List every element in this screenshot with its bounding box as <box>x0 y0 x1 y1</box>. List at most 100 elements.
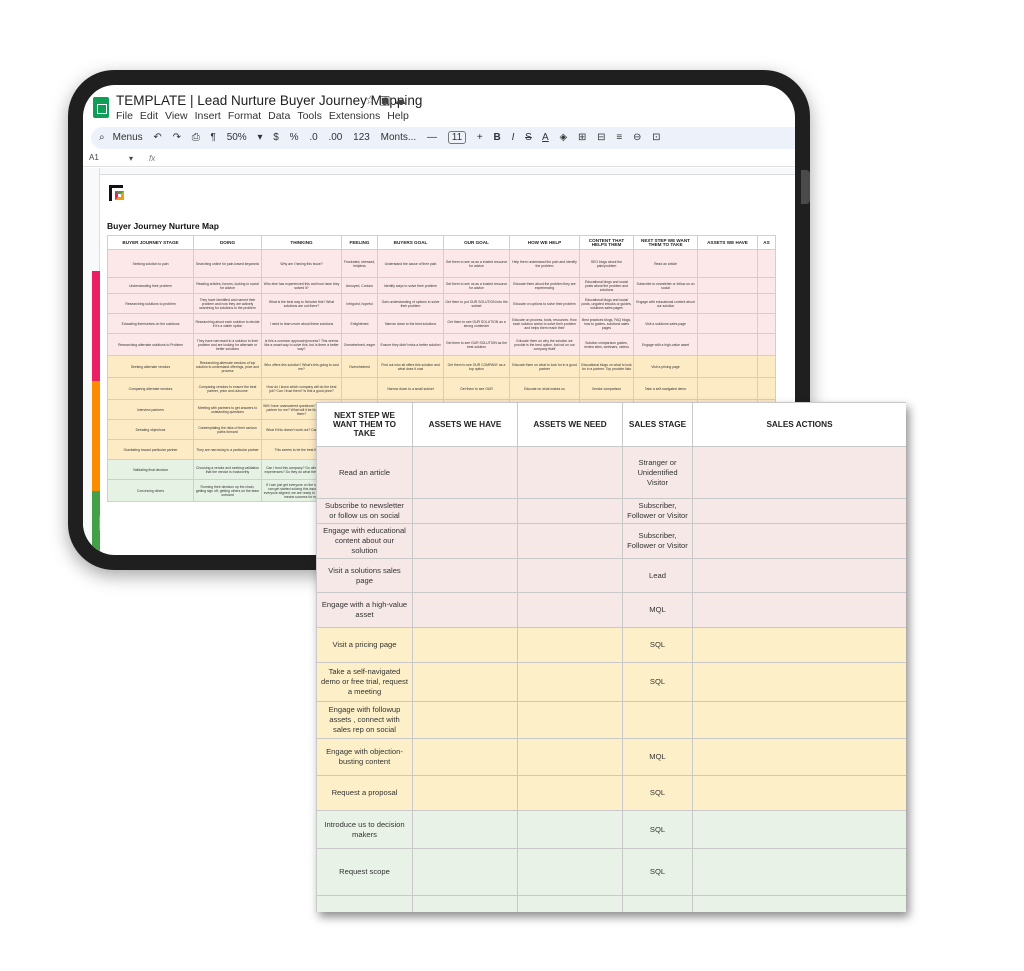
undo-icon[interactable]: ↶ <box>153 132 161 143</box>
table-cell[interactable] <box>697 293 758 314</box>
table-cell[interactable]: Meeting with partners to get answers to … <box>193 399 262 420</box>
next-step-cell[interactable]: Visit a solutions sales page <box>316 558 413 593</box>
paint-format-icon[interactable]: ¶ <box>211 132 216 143</box>
table-cell[interactable]: Why am I having this issue? <box>261 249 342 278</box>
name-box[interactable]: A1 <box>89 153 99 162</box>
sales-actions-cell[interactable] <box>692 627 906 663</box>
table-cell[interactable]: Read an article <box>633 249 698 278</box>
menu-item[interactable]: Edit <box>140 110 158 122</box>
sales-actions-cell[interactable] <box>692 662 906 702</box>
assets-have-cell[interactable] <box>412 662 518 702</box>
bold-icon[interactable]: B <box>494 132 501 143</box>
table-cell[interactable]: Vendor comparison <box>579 377 634 400</box>
table-cell[interactable]: Annoyed, Curious <box>341 277 378 294</box>
table-cell[interactable] <box>757 293 776 314</box>
sales-actions-cell[interactable] <box>692 701 906 739</box>
column-header[interactable]: CONTENT THAT HELPS THEM <box>579 235 634 250</box>
assets-have-cell[interactable] <box>412 446 518 499</box>
table-cell[interactable]: Get them to see OUR <box>443 377 510 400</box>
column-header[interactable]: OUR GOAL <box>443 235 510 250</box>
assets-have-cell[interactable] <box>412 498 518 524</box>
next-step-cell[interactable]: Engage with objection-busting content <box>316 738 413 776</box>
font-select[interactable]: Monts... <box>381 132 417 143</box>
table-cell[interactable] <box>757 377 776 400</box>
menu-item[interactable]: Insert <box>195 110 221 122</box>
table-cell[interactable]: Educate them on what to look for in a go… <box>509 355 580 378</box>
table-cell[interactable]: Gain understanding of options to solve t… <box>377 293 444 314</box>
table-cell[interactable]: Educational blogs and social posts, unga… <box>579 293 634 314</box>
table-cell[interactable]: Overwhelmed, eager <box>341 333 378 356</box>
assets-need-cell[interactable] <box>517 810 623 849</box>
table-cell[interactable]: Educating themselves on the solutions <box>107 313 194 334</box>
table-cell[interactable]: Engage with educational content about ou… <box>633 293 698 314</box>
column-header[interactable]: THINKING <box>261 235 342 250</box>
table-cell[interactable]: Solution comparison guides, review sites… <box>579 333 634 356</box>
assets-need-cell[interactable] <box>517 738 623 776</box>
column-header[interactable]: SALES STAGE <box>622 402 693 447</box>
table-cell[interactable]: Seeking solution to pain <box>107 249 194 278</box>
assets-need-cell[interactable] <box>517 895 623 912</box>
sales-actions-cell[interactable] <box>692 558 906 593</box>
next-step-cell[interactable]: Subscribe to newsletter or follow us on … <box>316 498 413 524</box>
table-cell[interactable] <box>697 377 758 400</box>
table-cell[interactable]: They are narrowing to a particular partn… <box>193 439 262 460</box>
column-header[interactable]: SALES ACTIONS <box>692 402 906 447</box>
table-cell[interactable]: Get them to see us as a trusted resource… <box>443 249 510 278</box>
assets-need-cell[interactable] <box>517 592 623 628</box>
table-cell[interactable]: Intrigued, hopeful <box>341 293 378 314</box>
table-cell[interactable]: Overwhelmed <box>341 355 378 378</box>
assets-have-cell[interactable] <box>412 738 518 776</box>
column-header[interactable]: HOW WE HELP <box>509 235 580 250</box>
menu-item[interactable]: File <box>116 110 133 122</box>
next-step-cell[interactable]: Request scope <box>316 848 413 896</box>
sales-actions-cell[interactable] <box>692 446 906 499</box>
column-header[interactable]: ASSETS WE NEED <box>517 402 623 447</box>
sheets-logo-icon[interactable] <box>93 97 109 118</box>
assets-need-cell[interactable] <box>517 848 623 896</box>
chevron-down-icon[interactable]: ▾ <box>129 154 133 163</box>
next-step-cell[interactable]: Visit a pricing page <box>316 627 413 663</box>
sales-stage-cell[interactable]: Subscriber, Follower or Visitor <box>622 498 693 524</box>
column-headers[interactable] <box>83 168 795 175</box>
table-cell[interactable]: Educate them about the problem they are … <box>509 277 580 294</box>
assets-have-cell[interactable] <box>412 810 518 849</box>
table-cell[interactable]: Reading articles, forums, looking to soc… <box>193 277 262 294</box>
comment-icon[interactable]: ⊡ <box>652 132 660 143</box>
table-cell[interactable]: Engage with a high-value asset <box>633 333 698 356</box>
table-cell[interactable] <box>697 355 758 378</box>
sales-stage-table[interactable]: NEXT STEP WE WANT THEM TO TAKE ASSETS WE … <box>316 402 906 912</box>
sales-actions-cell[interactable] <box>692 738 906 776</box>
next-step-cell[interactable]: Engage with a high-value asset <box>316 592 413 628</box>
sales-actions-cell[interactable] <box>692 592 906 628</box>
table-cell[interactable] <box>341 377 378 400</box>
table-cell[interactable]: Find out who all offers this solution an… <box>377 355 444 378</box>
table-cell[interactable] <box>697 333 758 356</box>
sales-stage-cell[interactable]: SQL <box>622 775 693 811</box>
table-cell[interactable]: Educational blogs on what to look for in… <box>579 355 634 378</box>
next-step-cell[interactable] <box>316 895 413 912</box>
table-cell[interactable]: Validating final decision <box>107 459 194 480</box>
chevron-down-icon[interactable]: ▾ <box>257 132 262 143</box>
table-cell[interactable]: Who else has experienced this and how ha… <box>261 277 342 294</box>
table-cell[interactable]: Get them to see OUR SOLUTION as the best… <box>443 333 510 356</box>
merge-icon[interactable]: ⊟ <box>597 132 605 143</box>
sales-stage-cell[interactable] <box>622 701 693 739</box>
column-header[interactable]: BUYER JOURNEY STAGE <box>107 235 194 250</box>
table-cell[interactable]: Visit a solutions sales page <box>633 313 698 334</box>
sales-stage-cell[interactable]: SQL <box>622 810 693 849</box>
increase-decimal-button[interactable]: .00 <box>328 132 342 143</box>
menu-item[interactable]: Data <box>268 110 290 122</box>
assets-have-cell[interactable] <box>412 627 518 663</box>
assets-have-cell[interactable] <box>412 775 518 811</box>
link-icon[interactable]: ⊖ <box>633 132 641 143</box>
table-cell[interactable]: Educate on options to solve their proble… <box>509 293 580 314</box>
column-header[interactable]: BUYERS GOAL <box>377 235 444 250</box>
table-cell[interactable]: Is this a common approach/process? This … <box>261 333 342 356</box>
table-cell[interactable]: Educational blogs and social posts about… <box>579 277 634 294</box>
table-cell[interactable]: Seeking alternate vendors <box>107 355 194 378</box>
table-cell[interactable]: Narrow down to the best solutions <box>377 313 444 334</box>
assets-need-cell[interactable] <box>517 523 623 559</box>
table-cell[interactable]: Understand the cause of their pain <box>377 249 444 278</box>
table-cell[interactable] <box>757 355 776 378</box>
table-cell[interactable]: Comparing vendors to ensure the best par… <box>193 377 262 400</box>
